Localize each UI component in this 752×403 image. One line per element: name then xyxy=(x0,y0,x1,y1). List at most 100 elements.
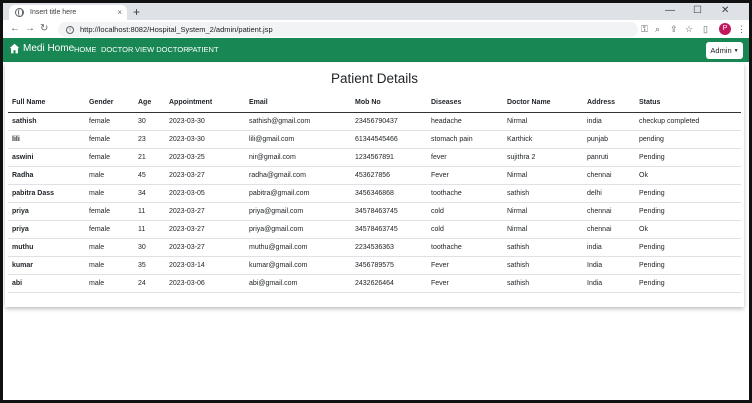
cell-gender: female xyxy=(85,130,134,149)
cell-appointment: 2023-03-27 xyxy=(165,166,245,185)
nav-patient[interactable]: PATIENT xyxy=(188,45,219,54)
brand-link[interactable]: Medi Home xyxy=(9,43,74,54)
cell-status: Pending xyxy=(635,238,741,257)
address-bar[interactable]: i http://localhost:8082/Hospital_System_… xyxy=(58,22,638,37)
cell-mobile: 3456789575 xyxy=(351,256,427,275)
forward-icon[interactable]: → xyxy=(25,22,35,36)
app-navbar: Medi Home HOME DOCTOR VIEW DOCTOR PATIEN… xyxy=(3,38,749,62)
cell-full-name: abi xyxy=(8,274,85,293)
cell-disease: toothache xyxy=(427,238,503,257)
close-window-button[interactable]: ✕ xyxy=(721,4,729,18)
admin-dropdown-button[interactable]: Admin ▼ xyxy=(706,42,743,59)
browser-tab[interactable]: Insert title here × xyxy=(9,5,127,20)
cell-status: Pending xyxy=(635,148,741,167)
table-body: sathish female 30 2023-03-30 sathish@gmail.c… xyxy=(8,112,741,293)
col-header: Mob No xyxy=(351,93,427,113)
globe-icon xyxy=(15,8,24,17)
new-tab-button[interactable]: + xyxy=(133,5,140,19)
cell-age: 11 xyxy=(134,202,165,221)
table-row: abi male 24 2023-03-06 abi@gmail.com 24326264… xyxy=(8,274,741,293)
page-title: Patient Details xyxy=(330,71,419,86)
cell-age: 35 xyxy=(134,256,165,275)
cell-full-name: lili xyxy=(8,130,85,149)
cell-address: chennai xyxy=(583,202,635,221)
menu-icon[interactable]: ⋮ xyxy=(737,23,746,35)
cell-gender: male xyxy=(85,166,134,185)
cell-appointment: 2023-03-27 xyxy=(165,202,245,221)
cell-disease: Fever xyxy=(427,256,503,275)
url-text: http://localhost:8082/Hospital_System_2/… xyxy=(80,25,273,34)
back-icon[interactable]: ← xyxy=(10,22,20,36)
cell-appointment: 2023-03-06 xyxy=(165,274,245,293)
sidebar-icon[interactable]: ▯ xyxy=(703,23,708,35)
cell-disease: headache xyxy=(427,112,503,131)
site-info-icon[interactable]: i xyxy=(66,25,74,34)
cell-address: India xyxy=(583,256,635,275)
cell-age: 11 xyxy=(134,220,165,239)
cell-email: abi@gmail.com xyxy=(245,274,351,293)
share-icon[interactable]: ⇪ xyxy=(670,23,678,35)
cell-address: india xyxy=(583,238,635,257)
browser-tab-strip: Insert title here × + — ☐ ✕ xyxy=(3,3,749,20)
cell-address: india xyxy=(583,112,635,131)
cell-appointment: 2023-03-27 xyxy=(165,238,245,257)
cell-doctor: sathish xyxy=(503,238,583,257)
cell-appointment: 2023-03-05 xyxy=(165,184,245,203)
cell-age: 24 xyxy=(134,274,165,293)
cell-gender: male xyxy=(85,256,134,275)
key-icon[interactable]: ⚿ xyxy=(641,23,648,35)
cell-doctor: sujithra 2 xyxy=(503,148,583,167)
table-row: priya female 11 2023-03-27 priya@gmail.com 34… xyxy=(8,202,741,221)
profile-avatar[interactable]: P xyxy=(719,23,731,35)
cell-email: priya@gmail.com xyxy=(245,202,351,221)
cell-email: radha@gmail.com xyxy=(245,166,351,185)
tab-title: Insert title here xyxy=(30,9,77,16)
browser-toolbar: ← → ↻ i http://localhost:8082/Hospital_S… xyxy=(3,20,749,39)
nav-home[interactable]: HOME xyxy=(74,45,97,54)
cell-full-name: sathish xyxy=(8,112,85,131)
nav-view-doctor[interactable]: VIEW DOCTOR xyxy=(135,45,189,54)
cell-status: Pending xyxy=(635,184,741,203)
caret-down-icon: ▼ xyxy=(733,47,739,54)
zoom-icon[interactable]: ⌕ xyxy=(655,23,660,35)
col-header: Appointment xyxy=(165,93,245,113)
cell-disease: cold xyxy=(427,202,503,221)
nav-doctor[interactable]: DOCTOR xyxy=(101,45,133,54)
patient-table: Full Name Gender Age Appointment Email M… xyxy=(8,93,741,293)
cell-email: pabitra@gmail.com xyxy=(245,184,351,203)
cell-full-name: aswini xyxy=(8,148,85,167)
col-header: Diseases xyxy=(427,93,503,113)
cell-gender: female xyxy=(85,112,134,131)
cell-disease: toothache xyxy=(427,184,503,203)
minimize-button[interactable]: — xyxy=(665,4,675,18)
cell-mobile: 2234536363 xyxy=(351,238,427,257)
col-header: Age xyxy=(134,93,165,113)
reload-icon[interactable]: ↻ xyxy=(40,22,48,36)
admin-label: Admin xyxy=(710,46,732,55)
table-row: lili female 23 2023-03-30 lili@gmail.com 6134… xyxy=(8,130,741,149)
cell-gender: male xyxy=(85,238,134,257)
cell-doctor: Nirmal xyxy=(503,202,583,221)
cell-appointment: 2023-03-30 xyxy=(165,112,245,131)
cell-email: sathish@gmail.com xyxy=(245,112,351,131)
cell-doctor: sathish xyxy=(503,184,583,203)
cell-address: panruti xyxy=(583,148,635,167)
cell-disease: Fever xyxy=(427,166,503,185)
star-icon[interactable]: ☆ xyxy=(685,23,693,35)
cell-email: priya@gmail.com xyxy=(245,220,351,239)
cell-email: lili@gmail.com xyxy=(245,130,351,149)
maximize-button[interactable]: ☐ xyxy=(693,4,702,18)
cell-gender: female xyxy=(85,220,134,239)
home-icon xyxy=(9,43,20,54)
table-row: priya female 11 2023-03-27 priya@gmail.com 34… xyxy=(8,220,741,239)
cell-mobile: 3456346868 xyxy=(351,184,427,203)
tab-close-icon[interactable]: × xyxy=(117,8,122,17)
brand-name: Medi Home xyxy=(23,43,75,54)
cell-disease: Fever xyxy=(427,274,503,293)
col-header: Email xyxy=(245,93,351,113)
cell-address: chennai xyxy=(583,220,635,239)
col-header: Gender xyxy=(85,93,134,113)
cell-age: 21 xyxy=(134,148,165,167)
cell-full-name: pabitra Dass xyxy=(8,184,85,203)
cell-mobile: 23456790437 xyxy=(351,112,427,131)
